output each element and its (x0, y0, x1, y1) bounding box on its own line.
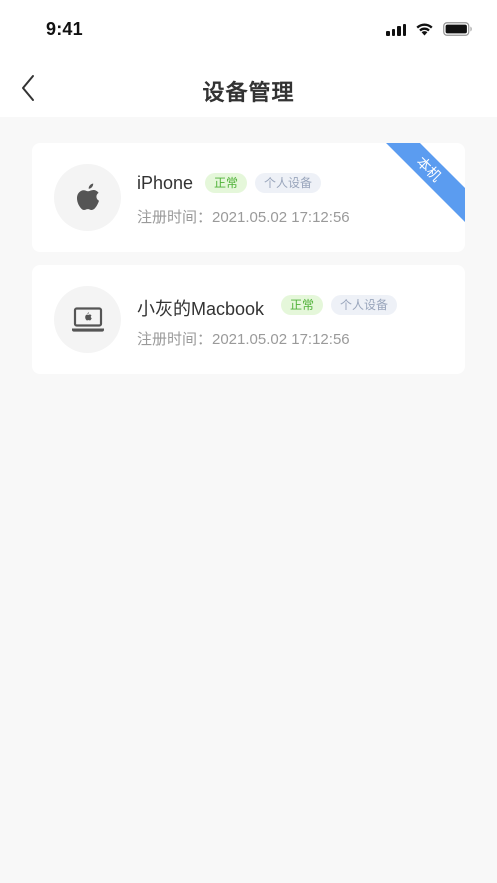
status-badge: 正常 (205, 173, 248, 193)
signal-icon (386, 22, 406, 36)
status-badge: 正常 (281, 295, 324, 315)
status-bar: 9:41 (0, 0, 497, 60)
registration-time: 注册时间：2021.05.02 17:12:56 (137, 331, 350, 348)
apple-icon (76, 183, 99, 210)
status-time: 9:41 (46, 19, 83, 39)
battery-icon (443, 22, 473, 36)
device-name: iPhone (137, 173, 194, 193)
nav-bar: 设备管理 (0, 60, 497, 117)
device-card-macbook[interactable]: 小灰的Macbook 正常 个人设备 注册时间：2021.05.02 17:12… (32, 265, 465, 374)
device-type-badge: 个人设备 (255, 173, 322, 193)
registration-time: 注册时间：2021.05.02 17:12:56 (137, 209, 350, 226)
header-area: 9:41 设备管理 (0, 0, 497, 117)
device-type-badge: 个人设备 (331, 295, 398, 315)
current-device-ribbon: 本机 (371, 143, 465, 227)
status-icons (386, 22, 473, 36)
device-icon-circle (54, 164, 121, 231)
device-card-iphone[interactable]: iPhone 正常 个人设备 注册时间：2021.05.02 17:12:56 … (32, 143, 465, 252)
page-title: 设备管理 (202, 80, 295, 105)
wifi-icon (415, 22, 434, 36)
device-tags: 正常 个人设备 (281, 295, 398, 315)
device-icon-circle (54, 286, 121, 353)
laptop-icon (71, 306, 104, 332)
device-tags: 正常 个人设备 (205, 173, 322, 193)
device-name: 小灰的Macbook (137, 299, 265, 319)
